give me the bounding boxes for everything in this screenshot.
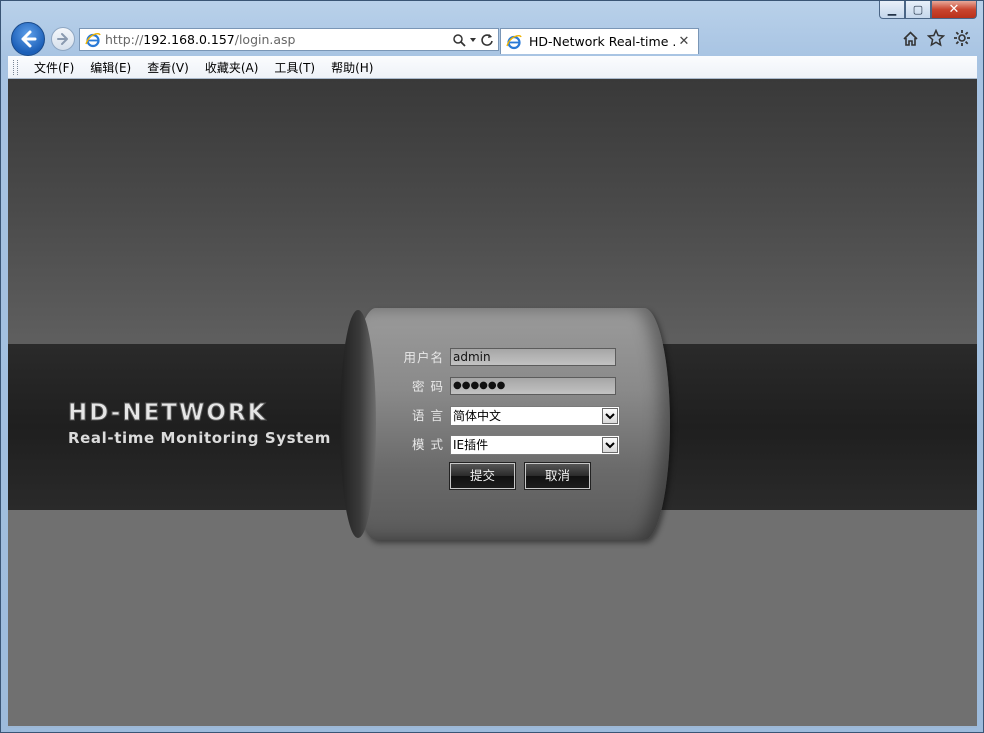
close-button[interactable]: ✕: [931, 1, 977, 19]
ie-page-icon: [85, 32, 101, 48]
mode-label: 模 式: [412, 437, 444, 452]
password-label: 密 码: [412, 379, 444, 394]
menu-edit[interactable]: 编辑(E): [82, 59, 139, 76]
browser-toolbar-icons: [901, 29, 971, 47]
back-button[interactable]: [11, 22, 45, 56]
tab-ie-icon: [506, 34, 522, 50]
window-controls: ▁ ▢ ✕: [879, 1, 977, 19]
tab-close-icon[interactable]: ✕: [676, 34, 692, 49]
browser-window: ▁ ▢ ✕ http://192.168.0.157/login.asp HD-…: [0, 0, 984, 733]
password-row: 密 码 ●●●●●●: [334, 377, 674, 397]
home-icon[interactable]: [901, 29, 919, 47]
brand-title: HD-NETWORK: [68, 400, 268, 427]
url-host: 192.168.0.157: [143, 32, 235, 47]
address-tools: [452, 33, 498, 47]
tab-hd-network[interactable]: HD-Network Real-time ... ✕: [500, 28, 699, 54]
lower-background: [8, 510, 977, 726]
cancel-button[interactable]: 取消: [524, 462, 591, 490]
search-icon[interactable]: [452, 33, 466, 47]
chevron-down-icon[interactable]: [602, 437, 618, 453]
window-bottom-border: [8, 726, 977, 728]
url-prefix: http://: [105, 32, 144, 47]
brand-subtitle: Real-time Monitoring System: [68, 429, 331, 447]
language-label: 语 言: [412, 408, 444, 423]
address-url: http://192.168.0.157/login.asp: [105, 32, 452, 47]
username-row: 用户名 admin: [334, 348, 674, 368]
menu-file[interactable]: 文件(F): [26, 59, 82, 76]
password-input[interactable]: ●●●●●●: [450, 377, 616, 395]
mode-select[interactable]: IE插件: [450, 435, 620, 455]
page-content: HD-NETWORK Real-time Monitoring System 用…: [8, 79, 977, 726]
language-row: 语 言 简体中文: [334, 406, 674, 426]
chevron-down-icon[interactable]: [602, 408, 618, 424]
forward-arrow-icon: [57, 33, 68, 45]
menu-favorites[interactable]: 收藏夹(A): [197, 59, 267, 76]
menu-bar: 文件(F) 编辑(E) 查看(V) 收藏夹(A) 工具(T) 帮助(H): [8, 56, 977, 79]
mode-selected: IE插件: [453, 438, 489, 452]
username-input[interactable]: admin: [450, 348, 616, 366]
url-path: /login.asp: [234, 32, 296, 47]
dropdown-arrow-icon[interactable]: [469, 36, 477, 44]
favorites-star-icon[interactable]: [927, 29, 945, 47]
brand-logo: HD-NETWORK Real-time Monitoring System: [68, 400, 358, 448]
login-form: 用户名 admin 密 码 ●●●●●● 语 言 简体中文 模 式 IE插件 提…: [334, 308, 674, 540]
forward-button[interactable]: [51, 27, 75, 51]
maximize-button[interactable]: ▢: [905, 1, 931, 19]
menu-help[interactable]: 帮助(H): [323, 59, 381, 76]
menu-view[interactable]: 查看(V): [139, 59, 197, 76]
menubar-grip: [13, 59, 18, 75]
back-arrow-icon: [21, 30, 37, 48]
login-panel: 用户名 admin 密 码 ●●●●●● 语 言 简体中文 模 式 IE插件 提…: [334, 308, 674, 540]
minimize-button[interactable]: ▁: [879, 1, 905, 19]
tab-title: HD-Network Real-time ...: [529, 34, 676, 49]
submit-button[interactable]: 提交: [449, 462, 516, 490]
address-bar[interactable]: http://192.168.0.157/login.asp: [79, 28, 499, 51]
refresh-icon[interactable]: [480, 33, 494, 47]
language-select[interactable]: 简体中文: [450, 406, 620, 426]
menu-tools[interactable]: 工具(T): [266, 59, 323, 76]
mode-row: 模 式 IE插件: [334, 435, 674, 455]
language-selected: 简体中文: [453, 409, 502, 423]
settings-gear-icon[interactable]: [953, 29, 971, 47]
username-label: 用户名: [403, 350, 444, 365]
